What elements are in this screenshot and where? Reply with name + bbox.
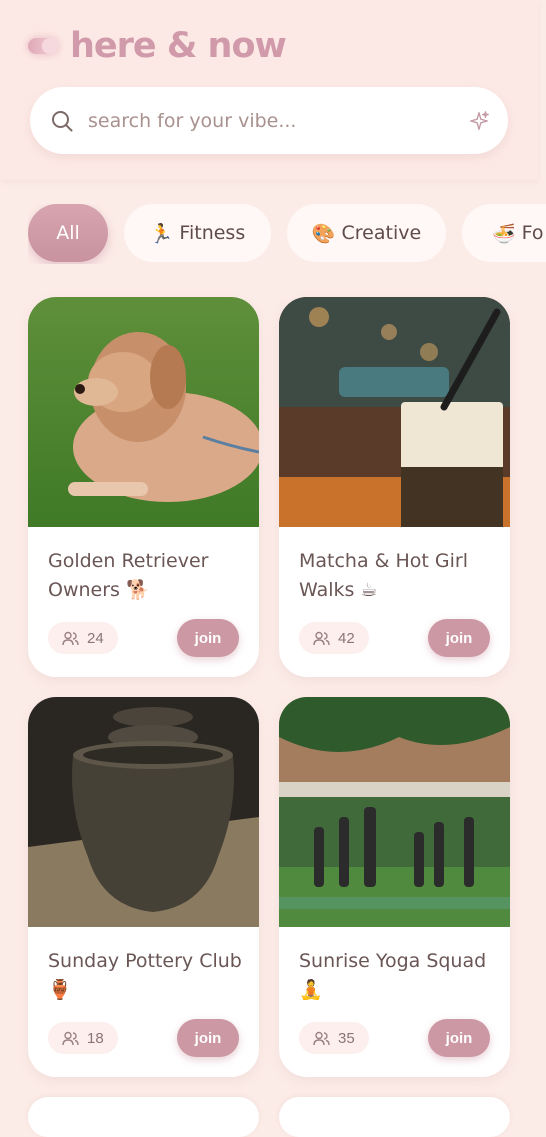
- group-title: Matcha & Hot Girl Walks ☕: [299, 550, 469, 601]
- group-card[interactable]: Golden Retriever Owners 🐕 24 join: [28, 297, 259, 677]
- matcha-drink-photo: [279, 297, 510, 527]
- yoga-group-photo: [279, 697, 510, 927]
- member-count-value: 35: [338, 1029, 355, 1047]
- category-filter-bar: All 🏃 Fitness 🎨 Creative 🍜 Fo: [28, 204, 546, 264]
- join-button[interactable]: join: [428, 1019, 490, 1057]
- golden-retriever-photo: [28, 297, 259, 527]
- group-title: Sunday Pottery Club 🏺: [48, 950, 242, 1001]
- app-title: here & now: [70, 26, 287, 66]
- join-button[interactable]: join: [177, 619, 239, 657]
- member-count: 24: [48, 622, 118, 654]
- group-card-partial[interactable]: [279, 1097, 510, 1137]
- search-icon: [52, 110, 73, 131]
- users-icon: [313, 1031, 330, 1045]
- member-count: 35: [299, 1022, 369, 1054]
- logo-icon: [28, 38, 58, 54]
- member-count-value: 24: [87, 629, 104, 647]
- member-count: 42: [299, 622, 369, 654]
- group-card[interactable]: Sunrise Yoga Squad 🧘 35 join: [279, 697, 510, 1077]
- chip-label: Fitness: [179, 222, 246, 244]
- users-icon: [313, 631, 330, 645]
- member-count: 18: [48, 1022, 118, 1054]
- chip-fitness[interactable]: 🏃 Fitness: [124, 204, 271, 262]
- group-title: Sunrise Yoga Squad 🧘: [299, 950, 487, 1001]
- sparkle-icon[interactable]: [468, 110, 490, 132]
- users-icon: [62, 1031, 79, 1045]
- running-icon: 🏃: [149, 222, 174, 245]
- palette-icon: 🎨: [311, 222, 336, 245]
- chip-label: All: [56, 222, 80, 244]
- chip-label: Creative: [341, 222, 422, 244]
- group-card[interactable]: Sunday Pottery Club 🏺 18 join: [28, 697, 259, 1077]
- member-count-value: 18: [87, 1029, 104, 1047]
- group-card-partial[interactable]: [28, 1097, 259, 1137]
- join-button[interactable]: join: [177, 1019, 239, 1057]
- pottery-vase-photo: [28, 697, 259, 927]
- group-card[interactable]: Matcha & Hot Girl Walks ☕ 42 join: [279, 297, 510, 677]
- search-bar[interactable]: search for your vibe...: [30, 87, 508, 154]
- member-count-value: 42: [338, 629, 355, 647]
- app-header: here & now search for your vibe...: [0, 0, 538, 180]
- chip-all[interactable]: All: [28, 204, 108, 262]
- logo: here & now: [28, 24, 287, 68]
- chip-creative[interactable]: 🎨 Creative: [287, 204, 446, 262]
- noodle-bowl-icon: 🍜: [492, 222, 516, 245]
- chip-label: Fo: [521, 222, 544, 244]
- join-button[interactable]: join: [428, 619, 490, 657]
- chip-food[interactable]: 🍜 Fo: [462, 204, 546, 262]
- users-icon: [62, 631, 79, 645]
- group-title: Golden Retriever Owners 🐕: [48, 550, 209, 601]
- search-input[interactable]: search for your vibe...: [88, 110, 468, 132]
